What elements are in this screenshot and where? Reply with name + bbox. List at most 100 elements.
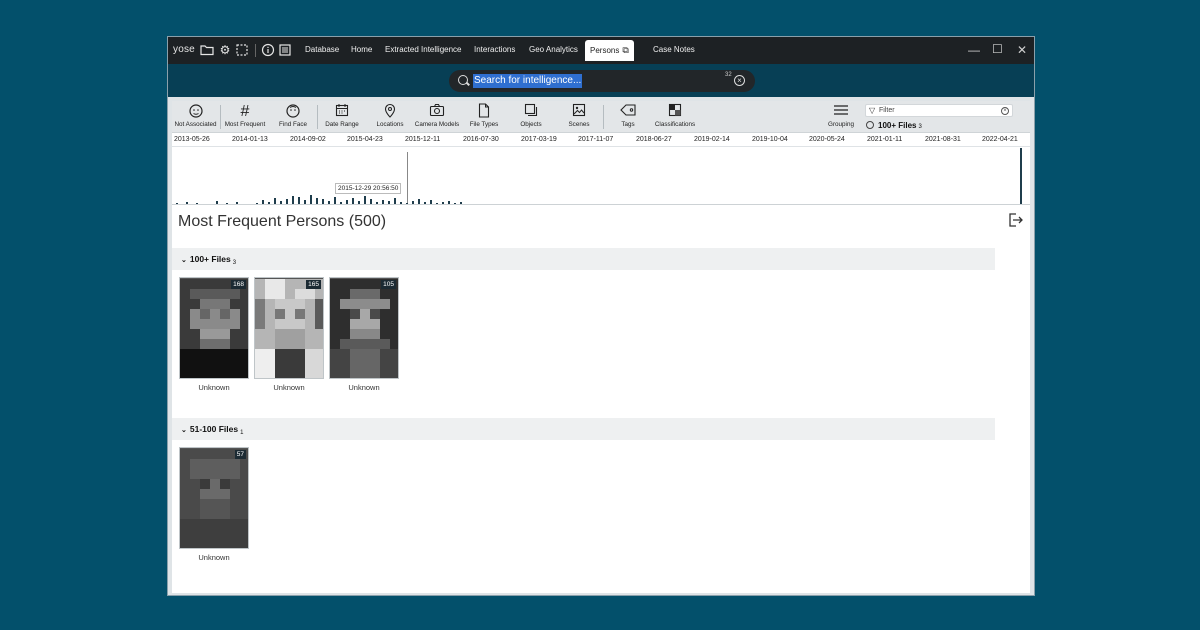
timeline-bar <box>400 202 402 204</box>
tab-persons-label: Persons <box>590 46 620 55</box>
tab-home[interactable]: Home <box>351 45 372 54</box>
timeline-bar <box>216 201 218 204</box>
timeline-bar <box>388 201 390 204</box>
date-label: 2013-05-26 <box>174 136 210 143</box>
tool-label: Locations <box>376 121 404 128</box>
tool-tags[interactable]: Tags <box>613 103 643 128</box>
timeline-bar <box>280 201 282 204</box>
tool-grouping[interactable]: Grouping <box>824 103 858 128</box>
clear-filter-icon[interactable]: × <box>1001 107 1009 115</box>
tool-label: Classifications <box>654 121 696 128</box>
timeline-tooltip: 2015-12-29 20:56:50 <box>335 183 402 194</box>
person-name: Unknown <box>348 383 380 392</box>
info-icon[interactable] <box>261 43 275 57</box>
selection-icon[interactable] <box>235 43 249 57</box>
timeline-bar <box>436 203 438 204</box>
person-thumbnail[interactable]: 165 <box>254 277 324 379</box>
chevron-down-icon[interactable]: ⌄ <box>181 257 187 264</box>
tab-persons[interactable]: Persons ⧉ <box>585 40 634 61</box>
face-icon <box>172 103 219 121</box>
group-header-100-plus[interactable]: ⌄ 100+ Files 3 <box>172 248 995 270</box>
timeline-bar <box>448 201 450 204</box>
tab-extracted-intelligence[interactable]: Extracted Intelligence <box>385 45 462 54</box>
timeline-bar <box>292 196 294 204</box>
tool-most-frequent[interactable]: # Most Frequent <box>222 103 268 128</box>
date-label: 2015-04-23 <box>347 136 383 143</box>
date-label: 2015-12-11 <box>405 136 441 143</box>
timeline-bar <box>382 200 384 204</box>
timeline-bar <box>226 203 228 204</box>
minimize-icon[interactable]: — <box>968 43 980 57</box>
tab-database[interactable]: Database <box>305 45 339 54</box>
group-label: 51-100 Files <box>189 424 239 434</box>
title-bar: yose ⚙ Database Home Extracted Intellige… <box>168 37 1034 64</box>
search-input[interactable]: Search for intelligence... <box>473 74 583 88</box>
timeline-end-marker <box>1020 148 1022 204</box>
gear-icon[interactable]: ⚙ <box>218 43 232 57</box>
grouping-selection[interactable]: 100+ Files 3 <box>866 121 922 130</box>
tool-scenes[interactable]: Scenes <box>564 103 594 128</box>
timeline-bar <box>370 199 372 204</box>
filter-field[interactable]: ▽ Filter × <box>865 104 1013 117</box>
tool-find-face[interactable]: Find Face <box>273 103 313 128</box>
tab-geo-analytics[interactable]: Geo Analytics <box>529 45 578 54</box>
clear-search-icon[interactable]: × <box>734 75 745 86</box>
folder-icon[interactable] <box>200 43 214 57</box>
tool-date-range[interactable]: Date Range <box>321 103 363 128</box>
tool-label: Grouping <box>828 121 854 128</box>
timeline-bar <box>196 203 198 204</box>
chevron-down-icon[interactable]: ⌄ <box>181 427 187 434</box>
person-name: Unknown <box>273 383 305 392</box>
tab-case-notes[interactable]: Case Notes <box>653 45 695 54</box>
timeline-bar <box>262 200 264 204</box>
tool-locations[interactable]: Locations <box>372 103 408 128</box>
file-count-badge: 105 <box>381 280 396 289</box>
date-label: 2016-07-30 <box>463 136 499 143</box>
timeline-bar <box>394 198 396 204</box>
person-thumbnail[interactable]: 57 <box>179 447 249 549</box>
page-title: Most Frequent Persons (500) <box>178 213 387 230</box>
person-thumbnail[interactable]: 168 <box>179 277 249 379</box>
timeline-histogram[interactable]: 2015-12-29 20:56:50 <box>172 148 1030 205</box>
close-icon[interactable]: ✕ <box>1017 43 1027 57</box>
group-header-51-100[interactable]: ⌄ 51-100 Files 1 <box>172 418 995 440</box>
date-label: 2019-10-04 <box>752 136 788 143</box>
person-thumbnail[interactable]: 105 <box>329 277 399 379</box>
timeline-bar <box>236 202 238 204</box>
toolbar-divider <box>220 105 221 129</box>
external-link-icon[interactable]: ⧉ <box>622 45 628 55</box>
date-label: 2019-02-14 <box>694 136 730 143</box>
timeline-bar <box>352 198 354 204</box>
timeline-bar <box>430 200 432 204</box>
tab-interactions[interactable]: Interactions <box>474 45 515 54</box>
settings-panel-icon[interactable] <box>278 43 292 57</box>
calendar-icon <box>321 103 363 121</box>
date-label: 2014-01-13 <box>232 136 268 143</box>
file-count-badge: 165 <box>306 280 321 289</box>
tool-objects[interactable]: Objects <box>516 103 546 128</box>
maximize-icon[interactable]: ☐ <box>992 42 1003 56</box>
tool-label: Camera Models <box>414 121 460 128</box>
filter-input[interactable]: Filter <box>879 107 895 114</box>
timeline-bar <box>316 198 318 204</box>
camera-icon <box>412 103 462 121</box>
group-count: 3 <box>232 260 237 266</box>
tool-not-associated[interactable]: Not Associated <box>172 103 219 128</box>
timeline-bar <box>286 199 288 204</box>
app-logo: yose <box>173 44 195 55</box>
person-name: Unknown <box>198 553 230 562</box>
timeline-bar <box>186 202 188 204</box>
toolbar-divider <box>603 105 604 129</box>
tool-file-types[interactable]: File Types <box>467 103 501 128</box>
timeline-bar <box>334 197 336 204</box>
face-search-icon <box>273 103 313 121</box>
search-box[interactable]: Search for intelligence... 32 × <box>449 70 755 92</box>
export-icon[interactable] <box>1007 212 1023 228</box>
tool-label: Scenes <box>568 121 590 128</box>
date-label: 2022-04-21 <box>982 136 1018 143</box>
tool-classifications[interactable]: Classifications <box>653 103 697 128</box>
timeline-bar <box>268 202 270 204</box>
timeline-bar <box>460 202 462 204</box>
tool-camera-models[interactable]: Camera Models <box>412 103 462 128</box>
main-panel: Not Associated # Most Frequent Find Face… <box>172 101 1030 593</box>
